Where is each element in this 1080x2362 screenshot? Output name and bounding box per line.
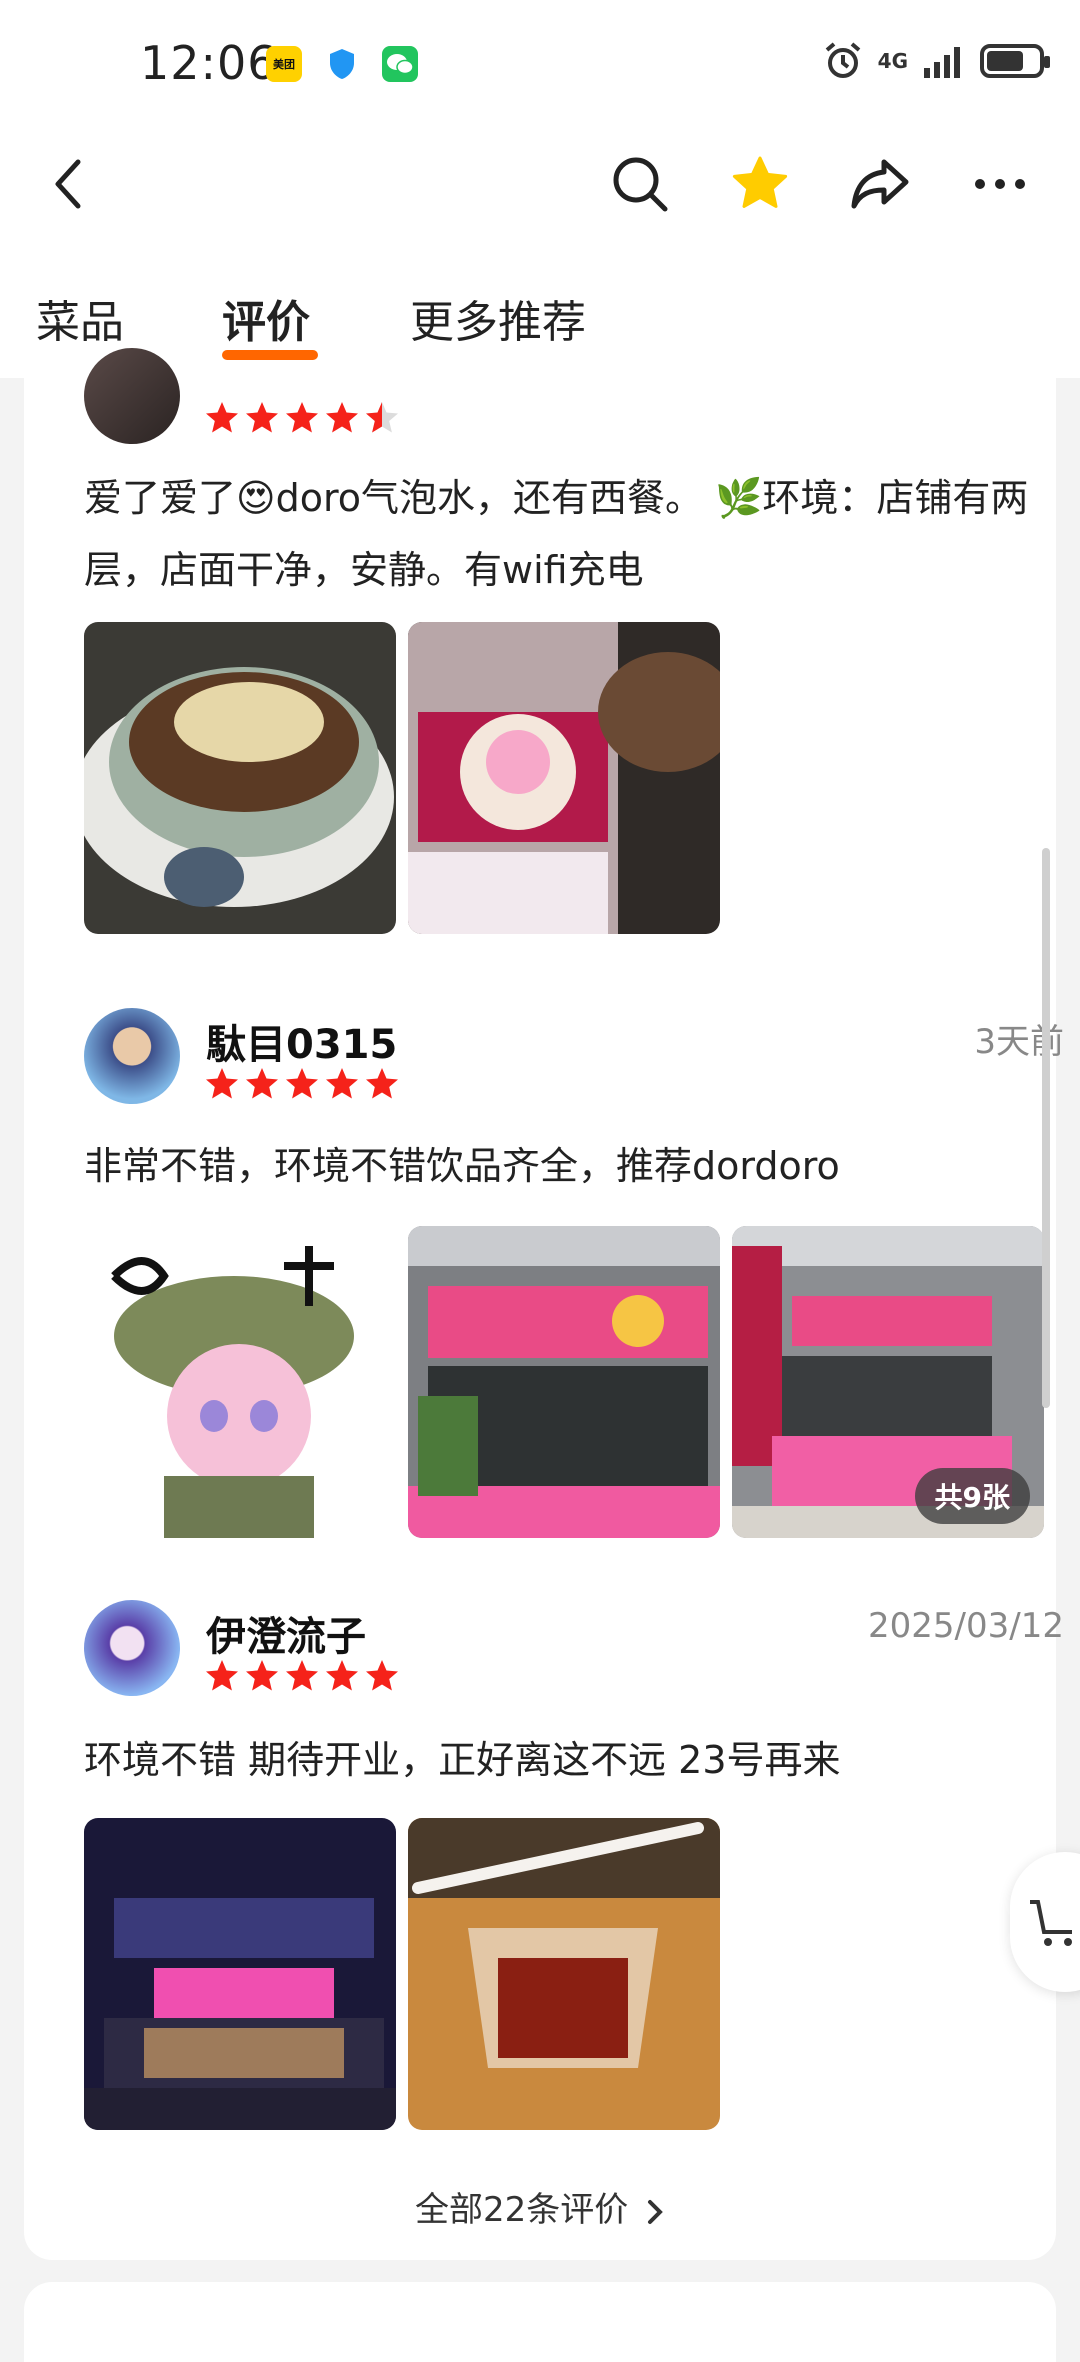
star-icon [206,402,238,433]
top-nav-bar [0,120,1080,250]
review-item[interactable]: 爱了爱了😍doro气泡水，还有西餐。 🌿环境：店铺有两层，店面干净，安静。有wi… [60,348,1050,938]
review-date: 3天前 [974,1022,1064,1062]
review-photo[interactable] [408,1818,720,2130]
review-text: 非常不错，环境不错饮品齐全，推荐dordoro [84,1144,840,1188]
review-photos [84,622,720,934]
review-item[interactable]: 伊澄流子 2025/03/12 环境不错 期待开业，正好离这不远 23号再来 [60,1600,1064,2160]
star-icon [326,1660,358,1691]
iced-tea-photo [408,1818,720,2130]
system-status: 4G [822,40,1050,82]
review-photo[interactable]: 共9张 [732,1226,1044,1538]
photo-count-badge[interactable]: 共9张 [914,1468,1030,1524]
star-half-icon [366,402,398,433]
star-icon [206,1660,238,1691]
share-icon [851,159,909,209]
back-button[interactable] [28,144,108,224]
star-icon [286,402,318,433]
search-icon [613,157,668,212]
cart-icon [1030,1900,1072,1946]
star-icon [366,1068,398,1099]
star-icon [246,402,278,433]
review-photo[interactable] [408,1226,720,1538]
star-icon [326,402,358,433]
more-dots-icon [975,179,1025,189]
star-icon [326,1068,358,1099]
review-item[interactable]: 駄目0315 3天前 非常不错，环境不错饮品齐全，推荐dordoro 共9张 [60,1008,1064,1588]
star-icon [246,1660,278,1691]
wechat-icon [382,46,418,82]
review-date: 2025/03/12 [868,1606,1064,1646]
chevron-left-icon [55,159,81,209]
star-icon [286,1068,318,1099]
tab-more-recommendations[interactable]: 更多推荐 [410,286,586,350]
shield-icon [324,46,360,82]
storefront-photo [408,1226,720,1538]
meituan-app-icon: 美团 [266,46,302,82]
review-photos: 共9张 [84,1226,1044,1538]
tab-reviews[interactable]: 评价 [222,286,310,350]
doro-cup-photo [408,622,720,934]
all-reviews-link[interactable]: 全部22条评价 [0,2182,1080,2231]
scrollbar[interactable] [1042,848,1050,1408]
network-type: 4G [877,49,908,73]
status-bar: 12:06 美团 4G [0,0,1080,120]
review-text: 爱了爱了😍doro气泡水，还有西餐。 🌿环境：店铺有两层，店面干净，安静。有wi… [84,476,1029,592]
review-photo[interactable] [84,1226,396,1538]
review-photos [84,1818,720,2130]
review-photo[interactable] [84,1818,396,2130]
star-icon [246,1068,278,1099]
search-button[interactable] [600,144,680,224]
tab-dishes[interactable]: 菜品 [36,286,124,350]
rating-stars [204,1066,400,1102]
username[interactable]: 伊澄流子 [206,1604,366,1662]
review-photo[interactable] [84,622,396,934]
next-section-card [24,2282,1056,2362]
alarm-icon [825,42,860,78]
sticker-photo [84,1226,396,1538]
notification-icons: 美团 [266,46,418,82]
baked-rice-photo [84,622,396,934]
avatar[interactable] [84,1600,180,1696]
favorite-button[interactable] [720,144,800,224]
rating-stars [204,1658,400,1694]
night-storefront-photo [84,1818,396,2130]
share-button[interactable] [840,144,920,224]
star-icon [732,156,788,208]
chevron-right-icon [648,2199,663,2224]
avatar[interactable] [84,1008,180,1104]
more-button[interactable] [960,144,1040,224]
battery-icon [980,44,1050,78]
star-icon [206,1068,238,1099]
reviews-card: 爱了爱了😍doro气泡水，还有西餐。 🌿环境：店铺有两层，店面干净，安静。有wi… [24,348,1064,2260]
username[interactable]: 駄目0315 [206,1012,397,1070]
star-icon [366,1660,398,1691]
review-photo[interactable] [408,622,720,934]
rating-stars [204,400,400,436]
star-icon [286,1660,318,1691]
clock: 12:06 [140,36,278,90]
active-tab-indicator [222,350,318,360]
signal-icon [924,47,960,78]
review-text: 环境不错 期待开业，正好离这不远 23号再来 [84,1738,841,1782]
avatar[interactable] [84,348,180,444]
